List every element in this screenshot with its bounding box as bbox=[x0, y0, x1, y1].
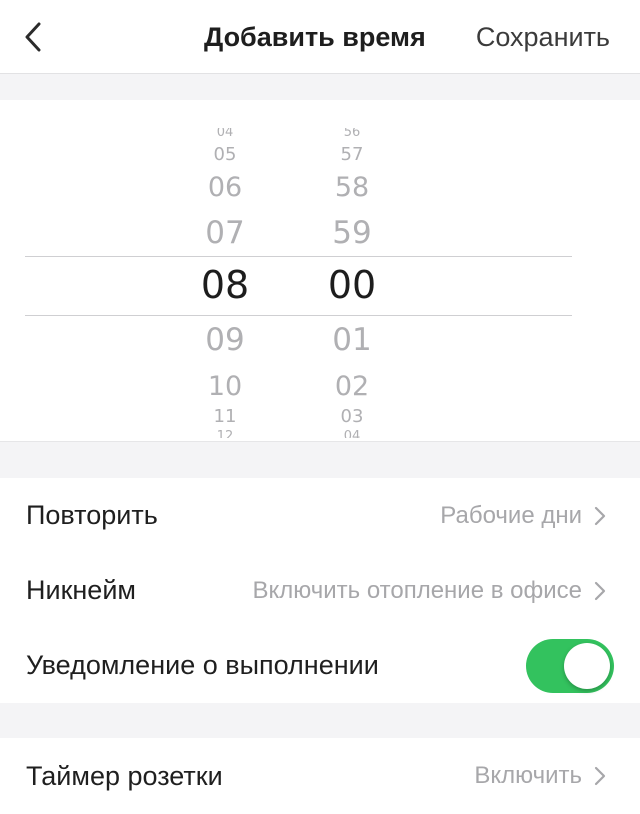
outlet-timer-value: Включить bbox=[474, 762, 582, 789]
repeat-value: Рабочие дни bbox=[440, 501, 582, 529]
outlet-timer-label: Таймер розетки bbox=[26, 760, 223, 791]
outlet-timer-row[interactable]: Таймер розетки Включить bbox=[0, 738, 640, 814]
minute-selected: 00 bbox=[327, 263, 377, 307]
hour-option: 04 bbox=[216, 128, 234, 138]
minute-option: 59 bbox=[332, 215, 372, 251]
notify-label: Уведомление о выполнении bbox=[26, 650, 379, 680]
back-button[interactable] bbox=[18, 20, 48, 54]
nickname-value: Включить отопление в офисе bbox=[252, 576, 582, 604]
repeat-row[interactable]: Повторить Рабочие дни bbox=[0, 478, 640, 553]
toggle-knob bbox=[564, 642, 610, 689]
minute-option: 57 bbox=[340, 144, 364, 165]
settings-group: Повторить Рабочие дни Никнейм Включить о… bbox=[0, 478, 640, 703]
save-button[interactable]: Сохранить bbox=[476, 22, 610, 53]
hour-option: 12 bbox=[216, 430, 234, 438]
minute-option: 58 bbox=[334, 172, 370, 203]
chevron-right-icon bbox=[592, 765, 608, 787]
minute-option: 01 bbox=[332, 322, 372, 358]
minute-option: 04 bbox=[343, 430, 361, 438]
chevron-left-icon bbox=[25, 22, 41, 52]
hour-option: 10 bbox=[207, 371, 243, 402]
hour-option: 09 bbox=[205, 322, 245, 358]
hour-selected: 08 bbox=[200, 263, 250, 307]
nickname-label: Никнейм bbox=[26, 575, 136, 605]
page-title: Добавить время bbox=[204, 22, 426, 52]
nickname-row[interactable]: Никнейм Включить отопление в офисе bbox=[0, 553, 640, 628]
minute-option: 02 bbox=[334, 371, 370, 402]
hour-wheel[interactable]: 04 05 06 07 08 09 10 11 12 bbox=[165, 100, 285, 441]
time-picker: 04 05 06 07 08 09 10 11 12 56 57 58 59 0… bbox=[0, 100, 640, 442]
hour-option: 07 bbox=[205, 215, 245, 251]
hour-option: 06 bbox=[207, 172, 243, 203]
hour-option: 05 bbox=[213, 144, 237, 165]
navigation-bar: Добавить время Сохранить bbox=[0, 0, 640, 74]
chevron-right-icon bbox=[592, 580, 608, 602]
minute-option: 03 bbox=[340, 406, 364, 427]
minute-wheel[interactable]: 56 57 58 59 00 01 02 03 04 bbox=[292, 100, 412, 441]
hour-option: 11 bbox=[213, 406, 237, 427]
chevron-right-icon bbox=[592, 505, 608, 527]
minute-option: 56 bbox=[343, 128, 361, 138]
repeat-label: Повторить bbox=[26, 500, 158, 530]
notify-toggle[interactable] bbox=[526, 638, 614, 693]
notify-row: Уведомление о выполнении bbox=[0, 628, 640, 703]
outlet-group: Таймер розетки Включить bbox=[0, 738, 640, 814]
